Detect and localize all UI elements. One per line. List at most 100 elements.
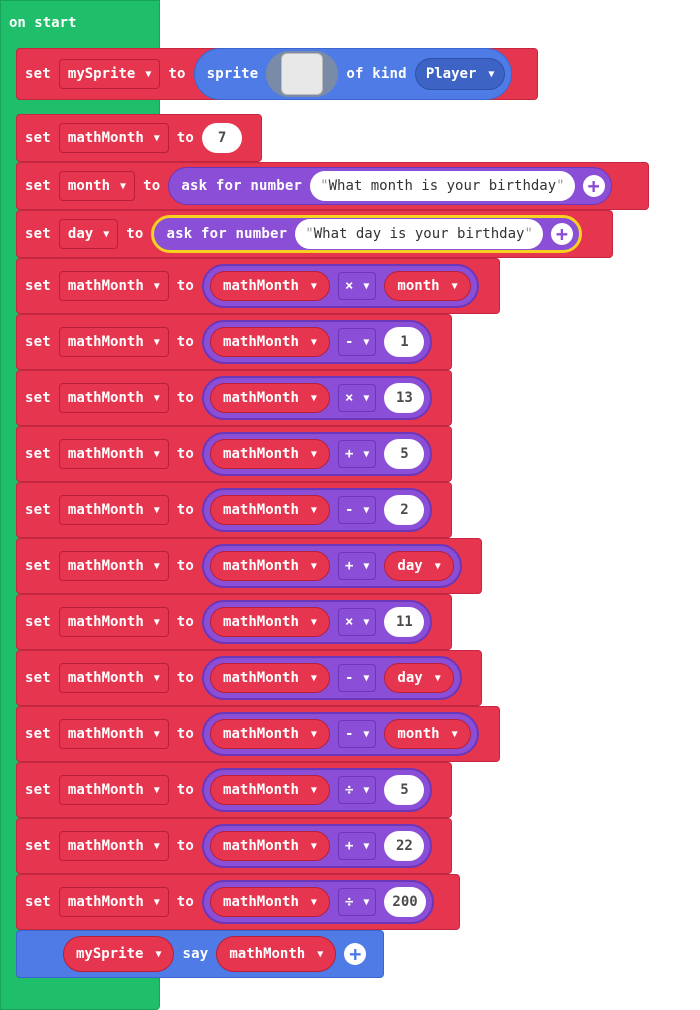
right-operand-dropdown[interactable]: day ▼ [384, 663, 454, 693]
left-operand-dropdown[interactable]: mathMonth ▼ [210, 383, 330, 413]
math-operation-block[interactable]: mathMonth ▼ + ▼ 5 [202, 432, 433, 476]
variable-name: mathMonth [229, 946, 306, 962]
variable-dropdown-mathmonth[interactable]: mathMonth ▼ [58, 439, 169, 469]
say-value-dropdown[interactable]: mathMonth ▼ [216, 936, 337, 972]
math-operation-block[interactable]: mathMonth ▼ - ▼ day ▼ [202, 656, 462, 700]
set-mathmonth-op-block[interactable]: set mathMonth ▼ to mathMonth ▼ ÷ ▼ 5 [16, 762, 452, 818]
chevron-down-icon: ▼ [363, 616, 370, 628]
kind-dropdown[interactable]: Player ▼ [414, 58, 506, 90]
operator-dropdown[interactable]: × ▼ [337, 272, 377, 300]
number-input[interactable]: 5 [384, 775, 425, 805]
right-operand-dropdown[interactable]: month ▼ [384, 719, 471, 749]
operator-dropdown[interactable]: - ▼ [337, 328, 377, 356]
right-operand-dropdown[interactable]: month ▼ [384, 271, 471, 301]
operator-dropdown[interactable]: × ▼ [337, 608, 377, 636]
prompt-string-input[interactable]: " What day is your birthday " [295, 219, 543, 249]
left-operand-dropdown[interactable]: mathMonth ▼ [210, 775, 330, 805]
variable-dropdown-mathmonth[interactable]: mathMonth ▼ [58, 327, 169, 357]
sprite-of-kind-block[interactable]: sprite of kind Player ▼ [193, 48, 513, 100]
chevron-down-icon: ▼ [153, 392, 160, 404]
variable-dropdown-mathmonth[interactable]: mathMonth ▼ [58, 663, 169, 693]
math-operation-block[interactable]: mathMonth ▼ - ▼ 2 [202, 488, 433, 532]
set-mathmonth-initial-block[interactable]: set mathMonth ▼ to 7 [16, 114, 262, 162]
operator-dropdown[interactable]: - ▼ [337, 720, 377, 748]
variable-dropdown-mathmonth[interactable]: mathMonth ▼ [58, 123, 169, 153]
set-mathmonth-op-block[interactable]: set mathMonth ▼ to mathMonth ▼ + ▼ day ▼ [16, 538, 482, 594]
left-operand-dropdown[interactable]: mathMonth ▼ [210, 439, 330, 469]
number-input[interactable]: 200 [384, 887, 426, 917]
left-operand-dropdown[interactable]: mathMonth ▼ [210, 327, 330, 357]
variable-dropdown-mathmonth[interactable]: mathMonth ▼ [58, 383, 169, 413]
variable-dropdown-mathmonth[interactable]: mathMonth ▼ [58, 271, 169, 301]
sprite-variable-dropdown[interactable]: mySprite ▼ [63, 936, 175, 972]
variable-dropdown-day[interactable]: day ▼ [58, 219, 119, 249]
math-operation-block[interactable]: mathMonth ▼ - ▼ 1 [202, 320, 433, 364]
operator-dropdown[interactable]: + ▼ [337, 832, 377, 860]
variable-dropdown-mathmonth[interactable]: mathMonth ▼ [58, 831, 169, 861]
variable-dropdown-mathmonth[interactable]: mathMonth ▼ [58, 719, 169, 749]
set-mathmonth-op-block[interactable]: set mathMonth ▼ to mathMonth ▼ × ▼ 11 [16, 594, 452, 650]
set-mathmonth-op-block[interactable]: set mathMonth ▼ to mathMonth ▼ + ▼ 22 [16, 818, 452, 874]
operator-dropdown[interactable]: × ▼ [337, 384, 377, 412]
number-input[interactable]: 5 [384, 439, 425, 469]
number-input[interactable]: 13 [384, 383, 425, 413]
set-mysprite-block[interactable]: set mySprite ▼ to sprite of kind Player … [16, 48, 538, 100]
set-day-block[interactable]: set day ▼ to ask for number " What day i… [16, 210, 613, 258]
left-operand-dropdown[interactable]: mathMonth ▼ [210, 551, 330, 581]
set-mathmonth-op-block[interactable]: set mathMonth ▼ to mathMonth ▼ - ▼ month ▼ [16, 706, 500, 762]
variable-dropdown-mathmonth[interactable]: mathMonth ▼ [58, 607, 169, 637]
math-operation-block[interactable]: mathMonth ▼ + ▼ day ▼ [202, 544, 462, 588]
operator-dropdown[interactable]: + ▼ [337, 440, 377, 468]
math-operation-block[interactable]: mathMonth ▼ × ▼ 13 [202, 376, 433, 420]
left-operand-dropdown[interactable]: mathMonth ▼ [210, 719, 330, 749]
set-month-block[interactable]: set month ▼ to ask for number " What mon… [16, 162, 649, 210]
add-parameter-icon[interactable]: + [550, 223, 573, 245]
math-operation-block[interactable]: mathMonth ▼ ÷ ▼ 5 [202, 768, 433, 812]
left-operand-dropdown[interactable]: mathMonth ▼ [210, 271, 330, 301]
prompt-string-input[interactable]: " What month is your birthday " [310, 171, 575, 201]
set-mathmonth-op-block[interactable]: set mathMonth ▼ to mathMonth ▼ ÷ ▼ 200 [16, 874, 460, 930]
ask-for-number-block[interactable]: ask for number " What month is your birt… [168, 167, 612, 205]
set-mathmonth-op-block[interactable]: set mathMonth ▼ to mathMonth ▼ × ▼ 13 [16, 370, 452, 426]
operator-dropdown[interactable]: - ▼ [337, 496, 377, 524]
set-mathmonth-op-block[interactable]: set mathMonth ▼ to mathMonth ▼ - ▼ 1 [16, 314, 452, 370]
variable-dropdown-mathmonth[interactable]: mathMonth ▼ [58, 887, 169, 917]
operator-dropdown[interactable]: + ▼ [337, 552, 377, 580]
left-operand-dropdown[interactable]: mathMonth ▼ [210, 887, 330, 917]
math-operation-block[interactable]: mathMonth ▼ × ▼ month ▼ [202, 264, 479, 308]
variable-dropdown-mysprite[interactable]: mySprite ▼ [58, 59, 161, 89]
sprite-say-block[interactable]: mySprite ▼ say mathMonth ▼ + [16, 930, 384, 978]
math-operation-block[interactable]: mathMonth ▼ + ▼ 22 [202, 824, 433, 868]
math-operation-block[interactable]: mathMonth ▼ - ▼ month ▼ [202, 712, 479, 756]
variable-dropdown-mathmonth[interactable]: mathMonth ▼ [58, 551, 169, 581]
operator-dropdown[interactable]: - ▼ [337, 664, 377, 692]
number-input[interactable]: 1 [384, 327, 425, 357]
variable-dropdown-mathmonth[interactable]: mathMonth ▼ [58, 775, 169, 805]
operator-dropdown[interactable]: ÷ ▼ [337, 888, 377, 916]
variable-dropdown-mathmonth[interactable]: mathMonth ▼ [58, 495, 169, 525]
number-input[interactable]: 11 [384, 607, 425, 637]
number-input[interactable]: 22 [384, 831, 425, 861]
right-operand-dropdown[interactable]: day ▼ [384, 551, 454, 581]
ask-for-number-block-selected[interactable]: ask for number " What day is your birthd… [151, 215, 582, 253]
left-operand-dropdown[interactable]: mathMonth ▼ [210, 495, 330, 525]
set-mathmonth-op-block[interactable]: set mathMonth ▼ to mathMonth ▼ + ▼ 5 [16, 426, 452, 482]
number-input[interactable]: 2 [384, 495, 425, 525]
sprite-image-picker[interactable] [266, 51, 339, 97]
set-mathmonth-op-block[interactable]: set mathMonth ▼ to mathMonth ▼ - ▼ day ▼ [16, 650, 482, 706]
blocks-workspace[interactable]: on start set mySprite ▼ to sprite of kin… [0, 0, 700, 1010]
ask-for-number-keyword: ask for number [181, 178, 303, 194]
number-input[interactable]: 7 [202, 123, 243, 153]
set-mathmonth-op-block[interactable]: set mathMonth ▼ to mathMonth ▼ × ▼ month ▼ [16, 258, 500, 314]
left-operand-dropdown[interactable]: mathMonth ▼ [210, 663, 330, 693]
add-parameter-icon[interactable]: + [582, 175, 605, 197]
add-parameter-icon[interactable]: + [344, 943, 367, 965]
variable-dropdown-month[interactable]: month ▼ [58, 171, 136, 201]
operator-symbol: + [344, 446, 354, 462]
math-operation-block[interactable]: mathMonth ▼ × ▼ 11 [202, 600, 433, 644]
operator-dropdown[interactable]: ÷ ▼ [337, 776, 377, 804]
left-operand-dropdown[interactable]: mathMonth ▼ [210, 607, 330, 637]
set-mathmonth-op-block[interactable]: set mathMonth ▼ to mathMonth ▼ - ▼ 2 [16, 482, 452, 538]
math-operation-block[interactable]: mathMonth ▼ ÷ ▼ 200 [202, 880, 434, 924]
left-operand-dropdown[interactable]: mathMonth ▼ [210, 831, 330, 861]
